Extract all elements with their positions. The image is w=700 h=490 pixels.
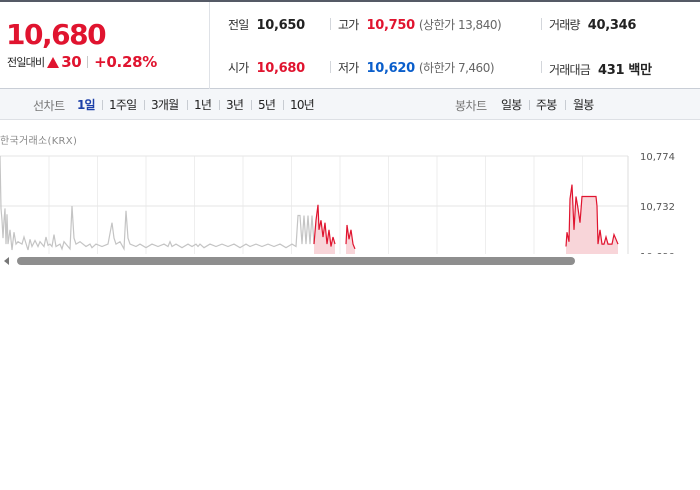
stat-divider <box>330 61 331 73</box>
stat-prev-close-label: 전일 <box>228 18 249 32</box>
stat-lower-limit: (하한가 7,460) <box>418 61 495 75</box>
toolbar-divider <box>565 100 566 110</box>
stock-quote-widget: 10,680 전일대비 30 +0.28% 전일 10,650 고가 10,75… <box>0 0 700 268</box>
change-label: 전일대비 <box>7 56 45 69</box>
period-5y-tab[interactable]: 5년 <box>258 96 276 113</box>
candle-chart-label: 봉차트 <box>455 99 487 113</box>
stat-trade-value-value: 431 백만 <box>597 63 652 78</box>
candle-monthly-tab[interactable]: 월봉 <box>573 96 594 113</box>
stat-divider <box>541 61 542 73</box>
stat-low-value: 10,620 <box>366 61 415 76</box>
stat-low: 저가 10,620 (하한가 7,460) <box>338 59 495 76</box>
stat-volume-value: 40,346 <box>587 18 637 33</box>
stat-open: 시가 10,680 <box>228 59 305 76</box>
price-box: 10,680 전일대비 30 +0.28% <box>0 2 210 89</box>
series-line-0-seg-0 <box>0 155 315 252</box>
current-price: 10,680 <box>6 18 107 51</box>
up-triangle-icon <box>47 56 60 68</box>
change-amount: 30 <box>61 53 82 71</box>
stat-high-value: 10,750 <box>366 18 415 33</box>
stat-volume-label: 거래량 <box>549 18 581 32</box>
change-divider <box>87 56 89 68</box>
stat-divider <box>541 18 542 30</box>
scroll-thumb[interactable] <box>17 257 575 265</box>
y-tick-label: 10,732 <box>640 202 675 213</box>
stat-upper-limit: (상한가 13,840) <box>418 18 502 32</box>
period-1y-tab[interactable]: 1년 <box>194 96 212 113</box>
stat-prev-close-value: 10,650 <box>256 18 305 33</box>
toolbar-divider <box>102 100 103 110</box>
period-1d-tab[interactable]: 1일 <box>77 96 96 113</box>
price-chart: 한국거래소(KRX) 10,77410,73210,690 <box>0 120 700 268</box>
stat-divider <box>330 18 331 30</box>
stat-high: 고가 10,750 (상한가 13,840) <box>338 16 502 33</box>
chart-scrollbar[interactable] <box>0 254 700 268</box>
change-rate: +0.28% <box>94 53 157 71</box>
quote-summary: 10,680 전일대비 30 +0.28% 전일 10,650 고가 10,75… <box>0 2 700 89</box>
toolbar-divider <box>529 100 530 110</box>
candle-weekly-tab[interactable]: 주봉 <box>536 96 557 113</box>
toolbar-divider <box>283 100 284 110</box>
period-3y-tab[interactable]: 3년 <box>226 96 244 113</box>
chart-toolbar: 선차트 1일 1주일 3개월 1년 3년 5년 10년 봉차트 일봉 주봉 월봉 <box>0 89 700 120</box>
toolbar-divider <box>251 100 252 110</box>
period-3m-tab[interactable]: 3개월 <box>151 96 179 113</box>
toolbar-divider <box>144 100 145 110</box>
stat-trade-value-label: 거래대금 <box>549 63 591 77</box>
change-row: 전일대비 30 +0.28% <box>7 53 157 71</box>
stat-high-label: 고가 <box>338 18 359 32</box>
intraday-line-chart: 10,77410,73210,690 <box>0 152 675 268</box>
stat-low-label: 저가 <box>338 61 359 75</box>
stat-open-value: 10,680 <box>256 61 305 76</box>
stat-volume: 거래량 40,346 <box>549 16 637 33</box>
stat-open-label: 시가 <box>228 61 249 75</box>
candle-daily-tab[interactable]: 일봉 <box>501 96 522 113</box>
period-1w-tab[interactable]: 1주일 <box>109 96 137 113</box>
scroll-left-arrow-icon[interactable] <box>4 257 9 265</box>
toolbar-divider <box>219 100 220 110</box>
toolbar-divider <box>187 100 188 110</box>
y-tick-label: 10,774 <box>640 152 675 163</box>
line-chart-label: 선차트 <box>33 99 65 113</box>
stat-trade-value: 거래대금 431 백만 <box>549 59 652 78</box>
stat-prev-close: 전일 10,650 <box>228 16 305 33</box>
period-10y-tab[interactable]: 10년 <box>290 96 315 113</box>
